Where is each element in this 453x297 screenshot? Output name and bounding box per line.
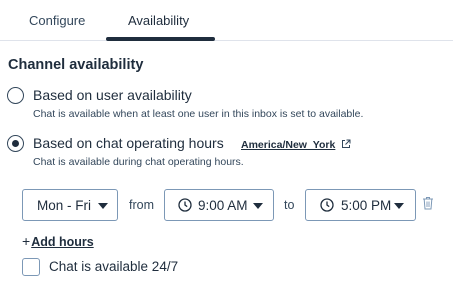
option-label-operating-hours[interactable]: Based on chat operating hours [33, 135, 224, 151]
from-label: from [129, 198, 154, 212]
days-select[interactable]: Mon - Fri [22, 189, 118, 221]
end-time-select[interactable]: 5:00 PM [305, 189, 416, 221]
chevron-down-icon [253, 203, 263, 209]
always-available-label[interactable]: Chat is available 24/7 [49, 259, 178, 274]
end-time-value: 5:00 PM [341, 198, 392, 213]
chevron-down-icon [98, 203, 108, 209]
timezone-link[interactable]: America/New_York [241, 139, 335, 151]
add-hours-button[interactable]: +Add hours [22, 233, 94, 249]
clock-icon [320, 198, 334, 212]
radio-user-availability[interactable] [7, 87, 24, 104]
radio-operating-hours[interactable] [7, 135, 24, 152]
add-hours-label: Add hours [31, 235, 94, 249]
tab-configure[interactable]: Configure [29, 13, 85, 28]
chevron-down-icon [394, 203, 404, 209]
active-tab-indicator [106, 37, 215, 41]
option-help-operating-hours: Chat is available during chat operating … [33, 156, 244, 168]
tab-availability[interactable]: Availability [128, 13, 189, 28]
option-label-user-availability[interactable]: Based on user availability [33, 87, 192, 103]
trash-icon[interactable] [422, 196, 434, 210]
start-time-value: 9:00 AM [198, 198, 248, 213]
start-time-select[interactable]: 9:00 AM [164, 189, 274, 221]
external-link-icon [342, 139, 351, 148]
clock-icon [178, 198, 192, 212]
tab-bar: Configure Availability [0, 0, 453, 41]
radio-selected-dot [11, 139, 19, 147]
days-select-value: Mon - Fri [37, 198, 91, 213]
section-title: Channel availability [8, 57, 144, 73]
always-available-checkbox[interactable] [22, 258, 40, 276]
to-label: to [284, 198, 295, 212]
plus-icon: + [22, 233, 31, 249]
option-help-user-availability: Chat is available when at least one user… [33, 108, 364, 120]
